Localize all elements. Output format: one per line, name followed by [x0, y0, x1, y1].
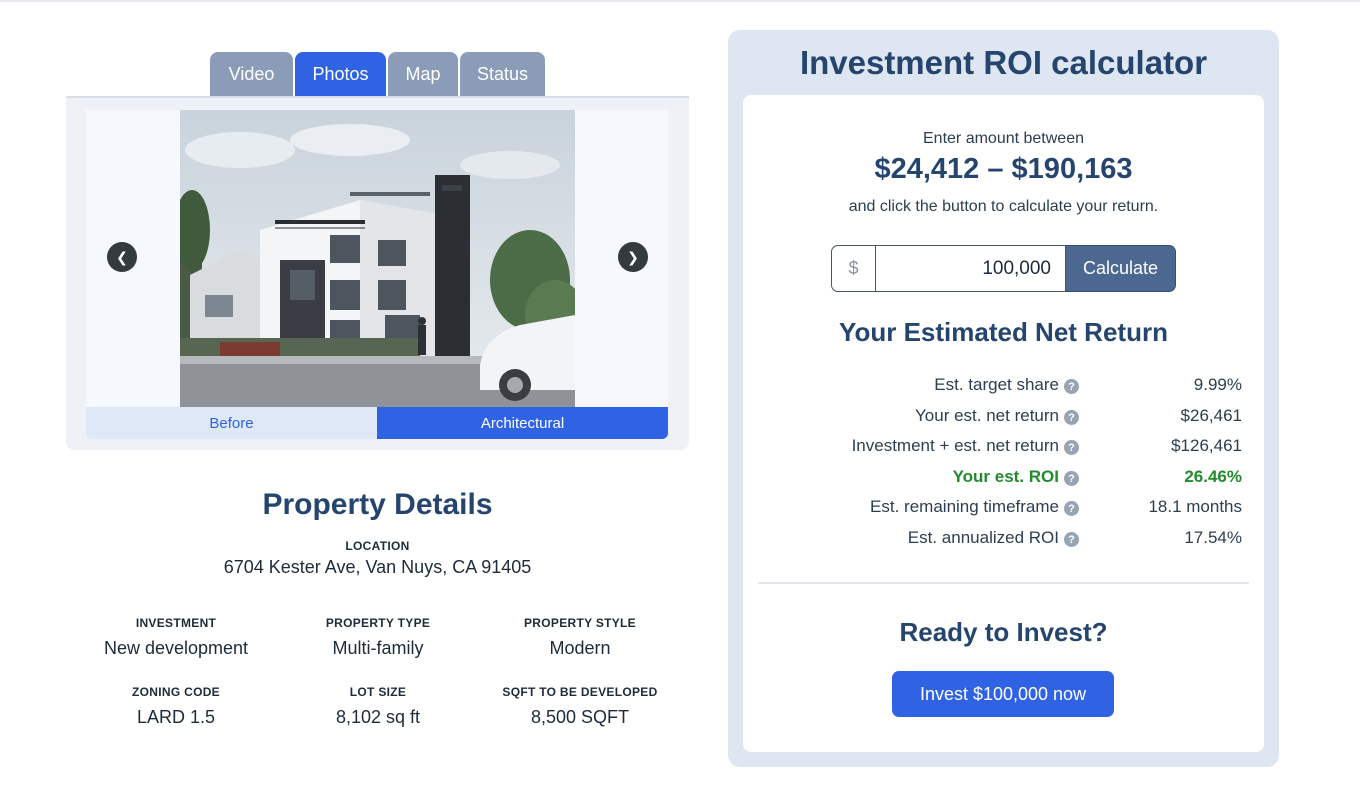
return-row: Est. target share ? 9.99% [743, 375, 1264, 399]
tab-map[interactable]: Map [388, 52, 458, 97]
return-row: Your est. net return ? $26,461 [743, 406, 1264, 430]
return-row-label: Your est. ROI [952, 467, 1059, 486]
chevron-left-icon: ❮ [116, 248, 128, 265]
net-return-title: Your Estimated Net Return [839, 317, 1168, 347]
chevron-right-icon: ❯ [627, 248, 639, 265]
detail-label: INVESTMENT [135, 616, 217, 630]
location-label: LOCATION [345, 539, 410, 553]
carousel-next-button[interactable]: ❯ [618, 242, 648, 272]
roi-calculator-title: Investment ROI calculator [799, 44, 1208, 81]
return-row-label: Your est. net return [915, 406, 1059, 425]
detail-investment: INVESTMENT New development [76, 616, 276, 659]
return-row-label: Est. target share [934, 375, 1059, 394]
photo-carousel: ❮ ❯ [86, 110, 668, 407]
calculate-button[interactable]: Calculate [1066, 245, 1176, 292]
detail-property-style: PROPERTY STYLE Modern [480, 616, 680, 659]
section-divider [758, 582, 1249, 584]
top-border [0, 0, 1360, 2]
return-row: Investment + est. net return ? $126,461 [743, 436, 1264, 460]
property-photo [180, 110, 575, 407]
help-icon[interactable]: ? [1064, 440, 1079, 455]
return-row: Est. remaining timeframe ? 18.1 months [743, 497, 1264, 521]
return-row-label: Est. annualized ROI [907, 528, 1059, 547]
help-icon[interactable]: ? [1064, 501, 1079, 516]
help-icon[interactable]: ? [1064, 532, 1079, 547]
detail-zoning-code: ZONING CODE LARD 1.5 [76, 685, 276, 728]
tab-video[interactable]: Video [210, 52, 293, 97]
return-row: Est. annualized ROI ? 17.54% [743, 528, 1264, 552]
return-row-value: $26,461 [1180, 406, 1242, 425]
return-row-label: Est. remaining timeframe [870, 497, 1059, 516]
detail-label: PROPERTY TYPE [325, 616, 431, 630]
return-row-roi: Your est. ROI ? 26.46% [743, 467, 1264, 491]
roi-calculator-panel: Investment ROI calculator Enter amount b… [728, 30, 1279, 767]
detail-label: SQFT TO BE DEVELOPED [502, 685, 658, 699]
invest-now-button[interactable]: Invest $100,000 now [892, 671, 1114, 717]
investment-amount-input[interactable] [875, 245, 1066, 292]
detail-sqft-developed: SQFT TO BE DEVELOPED 8,500 SQFT [480, 685, 680, 728]
return-row-value: 26.46% [1184, 467, 1242, 486]
tab-photos[interactable]: Photos [295, 52, 386, 97]
before-toggle-button[interactable]: Before [86, 407, 377, 439]
currency-prefix: $ [831, 245, 875, 292]
help-icon[interactable]: ? [1064, 410, 1079, 425]
amount-range: $24,412 – $190,163 [874, 153, 1133, 185]
detail-label: LOT SIZE [349, 685, 407, 699]
detail-property-type: PROPERTY TYPE Multi-family [278, 616, 478, 659]
photo-set-toggle: Before Architectural [86, 407, 668, 439]
ready-to-invest-title: Ready to Invest? [899, 617, 1108, 647]
help-icon[interactable]: ? [1064, 379, 1079, 394]
return-row-value: 18.1 months [1148, 497, 1242, 516]
detail-value: Modern [549, 638, 611, 658]
detail-value: New development [103, 638, 249, 658]
enter-amount-text: Enter amount between [923, 130, 1084, 147]
location-value: 6704 Kester Ave, Van Nuys, CA 91405 [223, 557, 532, 577]
architectural-toggle-button[interactable]: Architectural [377, 407, 668, 439]
detail-value: 8,102 sq ft [335, 707, 421, 727]
building-rendering-image [180, 110, 575, 407]
detail-value: 8,500 SQFT [530, 707, 630, 727]
property-details-title: Property Details [262, 488, 493, 521]
detail-lot-size: LOT SIZE 8,102 sq ft [278, 685, 478, 728]
help-icon[interactable]: ? [1064, 471, 1079, 486]
detail-label: ZONING CODE [132, 685, 220, 699]
roi-calculator-card: Enter amount between $24,412 – $190,163 … [743, 95, 1264, 752]
return-row-label: Investment + est. net return [851, 436, 1059, 455]
detail-label: PROPERTY STYLE [523, 616, 636, 630]
media-tabs: Video Photos Map Status [210, 52, 545, 97]
detail-value: Multi-family [332, 638, 424, 658]
amount-input-group: $ Calculate [831, 245, 1176, 292]
detail-value: LARD 1.5 [136, 707, 216, 727]
return-row-value: 9.99% [1193, 375, 1242, 394]
return-row-value: $126,461 [1171, 436, 1242, 455]
tab-status[interactable]: Status [460, 52, 545, 97]
calculate-instruction: and click the button to calculate your r… [848, 198, 1159, 215]
media-panel: ❮ ❯ Before Architectural [66, 96, 689, 450]
carousel-prev-button[interactable]: ❮ [107, 242, 137, 272]
return-row-value: 17.54% [1184, 528, 1242, 547]
